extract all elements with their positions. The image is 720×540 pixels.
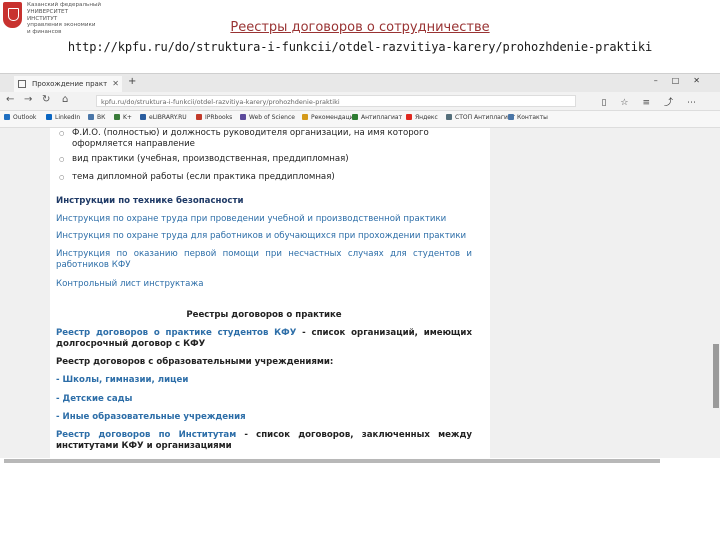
browser-tab[interactable]: Прохождение практ ✕ xyxy=(14,76,122,92)
slide-title: Реестры договоров о сотрудничестве xyxy=(230,20,490,35)
bookmark-label: СТОП Антиплагиат xyxy=(455,114,516,121)
new-tab-icon[interactable]: + xyxy=(128,76,136,87)
edu-heading: Реестр договоров с образовательными учре… xyxy=(56,357,334,367)
bookmark-icon xyxy=(446,114,452,120)
window-controls[interactable]: –□✕ xyxy=(654,76,714,85)
bookmark-label: Web of Science xyxy=(249,114,295,121)
toolbar-icons[interactable]: ▯☆≡⤴⋯ xyxy=(601,95,710,108)
bookmark-label: Яндекс xyxy=(415,114,438,121)
url-field[interactable]: kpfu.ru/do/struktura-i-funkcii/otdel-raz… xyxy=(96,95,576,107)
bookmark-kplus[interactable]: K+ xyxy=(114,114,132,121)
bookmark-icon xyxy=(196,114,202,120)
bookmark-label: K+ xyxy=(123,114,132,121)
address-bar: ← → ↻ ⌂ kpfu.ru/do/struktura-i-funkcii/o… xyxy=(0,92,720,111)
bookmark-vk[interactable]: ВК xyxy=(88,114,105,121)
bookmark-label: Контакты xyxy=(517,114,548,121)
browser-window: Прохождение практ ✕ + –□✕ ← → ↻ ⌂ kpfu.r… xyxy=(0,73,720,466)
close-tab-icon[interactable]: ✕ xyxy=(112,76,119,92)
logo-line: УНИВЕРСИТЕТ xyxy=(27,8,69,15)
institutes-row: Реестр договоров по Институтам - список … xyxy=(56,430,472,452)
institutes-link[interactable]: Реестр договоров по Институтам xyxy=(56,430,236,440)
edu-link[interactable]: - Школы, гимназии, лицеи xyxy=(56,375,472,386)
bookmark-iprbooks[interactable]: IPRbooks xyxy=(196,114,232,121)
registry-heading: Реестры договоров о практике xyxy=(186,310,342,320)
bookmark-icon xyxy=(352,114,358,120)
registry-students-row: Реестр договоров о практике студентов КФ… xyxy=(56,328,472,350)
bookmark-label: eLIBRARY.RU xyxy=(149,114,187,121)
page-content: Ф.И.О. (полностью) и должность руководит… xyxy=(50,128,490,458)
refresh-icon[interactable]: ↻ xyxy=(42,94,50,105)
bookmark-label: LinkedIn xyxy=(55,114,81,121)
bookmark-yandex[interactable]: Яндекс xyxy=(406,114,438,121)
safety-link[interactable]: Инструкция по охране труда при проведени… xyxy=(56,214,472,225)
bookmark-label: Рекомендации xyxy=(311,114,358,121)
list-item: Ф.И.О. (полностью) и должность руководит… xyxy=(56,128,472,150)
bookmark-icon xyxy=(114,114,120,120)
bookmark-antiplagiat[interactable]: Антиплагиат xyxy=(352,114,402,121)
logo-line: Казанский федеральный xyxy=(27,2,102,8)
forward-icon[interactable]: → xyxy=(24,94,32,105)
bookmark-outlook[interactable]: Outlook xyxy=(4,114,36,121)
list-item: вид практики (учебная, производственная,… xyxy=(56,154,472,165)
bookmarks-bar: Outlook LinkedIn ВК K+ eLIBRARY.RU IPRbo… xyxy=(0,111,720,128)
bookmark-stop-antiplagiat[interactable]: СТОП Антиплагиат xyxy=(446,114,515,121)
tab-bar: Прохождение практ ✕ + –□✕ xyxy=(0,74,720,92)
bookmark-icon xyxy=(302,114,308,120)
edu-link[interactable]: - Иные образовательные учреждения xyxy=(56,412,472,423)
bookmark-linkedin[interactable]: LinkedIn xyxy=(46,114,80,121)
bookmark-icon xyxy=(46,114,52,120)
home-icon[interactable]: ⌂ xyxy=(62,94,68,105)
list-item: тема дипломной работы (если практика пре… xyxy=(56,172,472,183)
bookmark-icon xyxy=(406,114,412,120)
bookmark-icon xyxy=(140,114,146,120)
bookmark-icon xyxy=(240,114,246,120)
tab-title: Прохождение практ xyxy=(32,80,108,88)
vertical-scrollbar[interactable] xyxy=(713,344,719,408)
safety-link[interactable]: Инструкция по охране труда для работнико… xyxy=(56,231,472,242)
page-viewport: Ф.И.О. (полностью) и должность руководит… xyxy=(0,128,720,458)
page-icon xyxy=(18,80,26,88)
bookmark-icon xyxy=(4,114,10,120)
slide-url[interactable]: http://kpfu.ru/do/struktura-i-funkcii/ot… xyxy=(0,40,720,54)
bookmark-icon xyxy=(88,114,94,120)
safety-link[interactable]: Инструкция по оказанию первой помощи при… xyxy=(56,249,472,271)
back-icon[interactable]: ← xyxy=(6,94,14,105)
bookmark-elibrary[interactable]: eLIBRARY.RU xyxy=(140,114,187,121)
bookmark-label: Антиплагиат xyxy=(361,114,403,121)
horizontal-scrollbar[interactable] xyxy=(4,459,660,463)
edu-link[interactable]: - Детские сады xyxy=(56,394,472,405)
registry-students-link[interactable]: Реестр договоров о практике студентов КФ… xyxy=(56,328,296,338)
bookmark-label: ВК xyxy=(97,114,106,121)
safety-link[interactable]: Контрольный лист инструктажа xyxy=(56,279,472,290)
safety-heading: Инструкции по технике безопасности xyxy=(56,196,244,206)
bookmark-icon xyxy=(508,114,514,120)
bookmark-contacts[interactable]: Контакты xyxy=(508,114,548,121)
bookmark-recommendations[interactable]: Рекомендации xyxy=(302,114,357,121)
bookmark-web-of-science[interactable]: Web of Science xyxy=(240,114,295,121)
bookmark-label: IPRbooks xyxy=(205,114,233,121)
bookmark-label: Outlook xyxy=(13,114,37,121)
